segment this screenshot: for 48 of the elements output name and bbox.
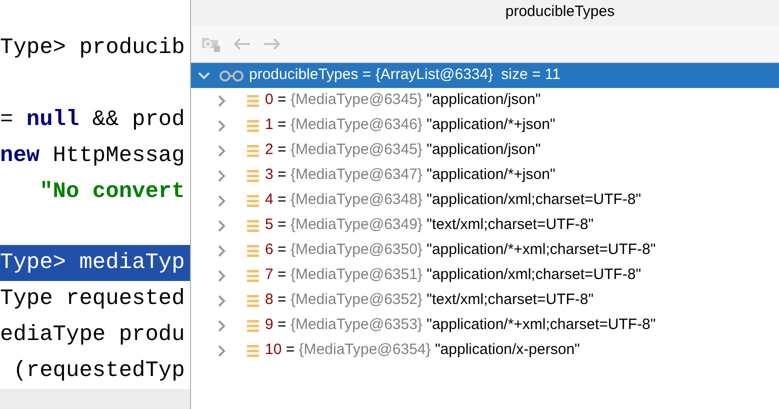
list-item-icon <box>247 318 259 332</box>
window-title: producibleTypes <box>505 2 615 22</box>
code-line: Type requested <box>0 286 185 312</box>
variable-label: producibleTypes = {ArrayList@6334} <box>249 65 494 86</box>
code-line: ediaType produ <box>0 322 185 348</box>
back-arrow-icon[interactable] <box>233 36 251 50</box>
element-entry[interactable]: 6 = {MediaType@6350} "application/*+xml;charset=UTF-8" <box>265 239 656 262</box>
chevron-icon[interactable] <box>217 218 227 232</box>
code-line: Type> producib <box>0 35 185 60</box>
code-line: = null && prod <box>0 106 185 132</box>
glasses-icon <box>219 70 245 82</box>
list-item-icon <box>247 94 259 108</box>
size-label: size = 11 <box>501 65 560 86</box>
element-entry[interactable]: 7 = {MediaType@6351} "application/xml;charset=UTF-8" <box>265 264 642 287</box>
element-entry[interactable]: 8 = {MediaType@6352} "text/xml;charset=UTF-8" <box>265 289 594 312</box>
element-entry[interactable]: 2 = {MediaType@6345} "application/json" <box>265 139 541 162</box>
code-line: Type> mediaTyp <box>0 250 185 276</box>
element-entry[interactable]: 10 = {MediaType@6354} "application/x-person" <box>265 339 580 362</box>
chevron-icon[interactable] <box>217 268 227 282</box>
element-entry[interactable]: 5 = {MediaType@6349} "text/xml;charset=UTF-8" <box>265 214 594 237</box>
element-entry[interactable]: 9 = {MediaType@6353} "application/*+xml;charset=UTF-8" <box>265 314 656 337</box>
chevron-icon[interactable] <box>217 294 227 308</box>
list-item-icon <box>247 268 259 282</box>
chevron-icon[interactable] <box>217 194 227 208</box>
element-entry[interactable]: 0 = {MediaType@6345} "application/json" <box>265 89 541 112</box>
list-item-icon <box>247 344 259 358</box>
list-item-icon <box>247 194 259 208</box>
list-item-icon <box>247 244 259 258</box>
list-item-icon <box>247 118 259 132</box>
element-entry[interactable]: 1 = {MediaType@6346} "application/*+json" <box>265 114 556 137</box>
list-item-icon <box>247 218 259 232</box>
list-item-icon <box>247 144 259 158</box>
chevron-icon[interactable] <box>217 244 227 258</box>
code-line: new HttpMessag <box>0 142 185 168</box>
forward-arrow-icon[interactable] <box>263 36 281 50</box>
chevron-icon[interactable] <box>217 94 227 108</box>
tree-row[interactable]: producibleTypes = {ArrayList@6334} size = 11 <box>191 63 779 88</box>
chevron-icon[interactable] <box>217 318 227 332</box>
chevron-icon[interactable] <box>217 344 227 358</box>
element-entry[interactable]: 3 = {MediaType@6347} "application/*+json" <box>265 164 556 187</box>
list-item-icon <box>247 168 259 182</box>
code-line: "No convert <box>38 178 185 204</box>
chevron-icon[interactable] <box>217 118 227 132</box>
chevron-icon[interactable] <box>217 168 227 182</box>
element-entry[interactable]: 4 = {MediaType@6348} "application/xml;charset=UTF-8" <box>265 189 642 212</box>
code-line: (requestedTyp <box>12 358 185 384</box>
list-item-icon <box>247 294 259 308</box>
chevron-icon[interactable] <box>217 144 227 158</box>
